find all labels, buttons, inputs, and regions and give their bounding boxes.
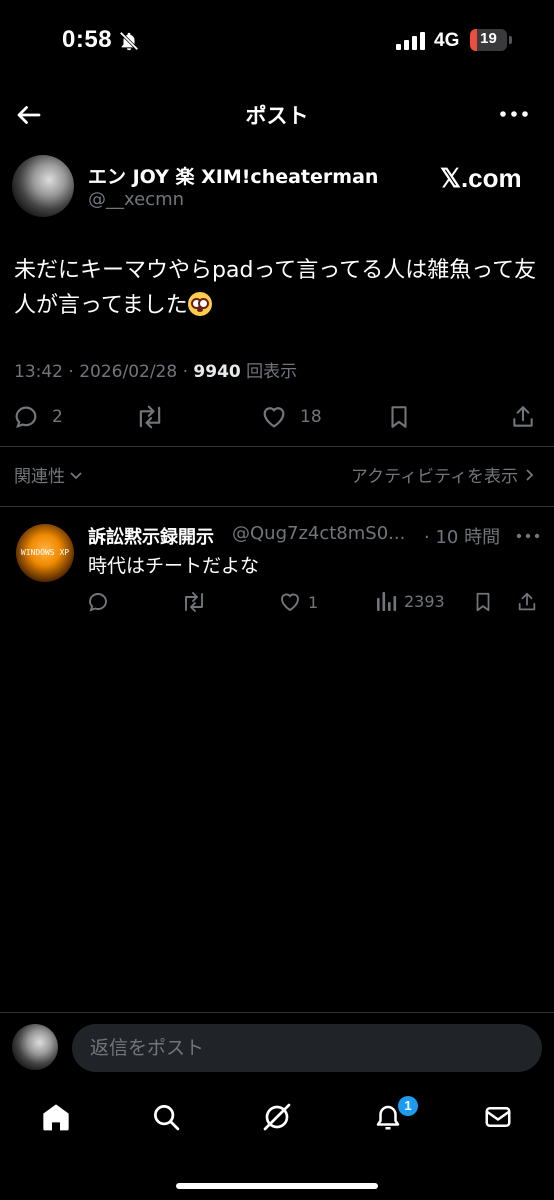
- sort-label: 関連性: [14, 467, 65, 487]
- views-icon: [376, 590, 398, 612]
- signal-icon: [396, 32, 426, 50]
- post-views-label: 回表示: [240, 362, 298, 382]
- reply-time: · 10 時間: [424, 527, 501, 548]
- reply-icon: [12, 403, 40, 431]
- more-icon[interactable]: [498, 104, 530, 124]
- share-icon: [516, 590, 538, 614]
- activity-link[interactable]: アクティビティを表示: [351, 462, 536, 487]
- search-icon[interactable]: [146, 1097, 186, 1137]
- repost-button[interactable]: [134, 403, 166, 431]
- share-button[interactable]: [510, 403, 536, 431]
- messages-icon[interactable]: [478, 1097, 518, 1137]
- reply-button[interactable]: 2: [12, 403, 63, 431]
- network-type: 4G: [434, 30, 460, 51]
- reply-repost-button[interactable]: [180, 590, 208, 614]
- bookmark-icon: [472, 590, 494, 614]
- status-time: 0:58: [62, 26, 113, 53]
- like-icon: [278, 590, 302, 614]
- battery-indicator: 19: [470, 29, 507, 51]
- reply-author-name[interactable]: 訴訟黙示録開示: [88, 523, 214, 549]
- share-icon: [510, 403, 536, 431]
- battery-percent: 19: [480, 30, 497, 47]
- reply-views-button[interactable]: 2393: [376, 590, 445, 612]
- x-com-logo: 𝕏.com: [440, 163, 522, 193]
- author-avatar[interactable]: [12, 155, 74, 217]
- reply-like-count: 1: [308, 592, 319, 612]
- post-views[interactable]: 9940: [193, 362, 240, 382]
- like-button[interactable]: 18: [260, 403, 322, 431]
- post-text: 未だにキーマウやらpadって言ってる人は雑魚って友人が言ってました: [14, 253, 544, 323]
- divider: [0, 1012, 554, 1013]
- divider: [0, 506, 554, 507]
- author-handle[interactable]: @__xecmn: [88, 189, 184, 210]
- like-icon: [260, 403, 288, 431]
- author-name[interactable]: エン JOY 楽 XIM!cheaterman: [88, 162, 378, 189]
- repost-icon: [134, 403, 166, 431]
- home-indicator: [176, 1183, 378, 1189]
- bookmark-button[interactable]: [386, 403, 412, 431]
- reply-reply-button[interactable]: [86, 590, 110, 614]
- reply-avatar[interactable]: WINDOWS XP: [16, 524, 74, 582]
- home-icon[interactable]: [36, 1097, 76, 1137]
- reply-icon: [86, 590, 110, 614]
- like-count: 18: [300, 407, 322, 427]
- compose-avatar: [12, 1024, 58, 1070]
- reply-count: 2: [52, 407, 63, 427]
- reply-bookmark-button[interactable]: [472, 590, 494, 614]
- repost-icon: [180, 590, 208, 614]
- reply-view-count: 2393: [404, 591, 445, 611]
- reply-text: 時代はチートだよな: [88, 555, 260, 577]
- reply-share-button[interactable]: [516, 590, 538, 614]
- reply-compose-input[interactable]: [72, 1024, 542, 1072]
- notification-badge: 1: [398, 1096, 418, 1116]
- reply-like-button[interactable]: 1: [278, 590, 318, 614]
- battery-tip: [509, 36, 512, 44]
- chevron-right-icon: [524, 468, 536, 482]
- bell-off-icon: [118, 30, 140, 52]
- grok-icon[interactable]: [257, 1097, 297, 1137]
- reply-author-handle[interactable]: @Qug7z4ct8mS0...: [232, 523, 422, 544]
- post-text-content: 未だにキーマウやらpadって言ってる人は雑魚って友人が言ってました: [14, 258, 537, 318]
- post-time: 13:42 · 2026/02/28 ·: [14, 362, 194, 382]
- activity-label: アクティビティを表示: [350, 467, 518, 487]
- chevron-down-icon: [69, 468, 83, 482]
- post-meta: 13:42 · 2026/02/28 · 9940 回表示: [14, 357, 297, 382]
- reply-avatar-text: WINDOWS XP: [20, 548, 70, 557]
- bookmark-icon: [386, 403, 412, 431]
- sort-dropdown[interactable]: 関連性: [14, 462, 83, 487]
- flushed-face-emoji: [187, 292, 212, 316]
- divider: [0, 446, 554, 447]
- page-title: ポスト: [245, 104, 309, 128]
- reply-more-icon[interactable]: [516, 532, 540, 540]
